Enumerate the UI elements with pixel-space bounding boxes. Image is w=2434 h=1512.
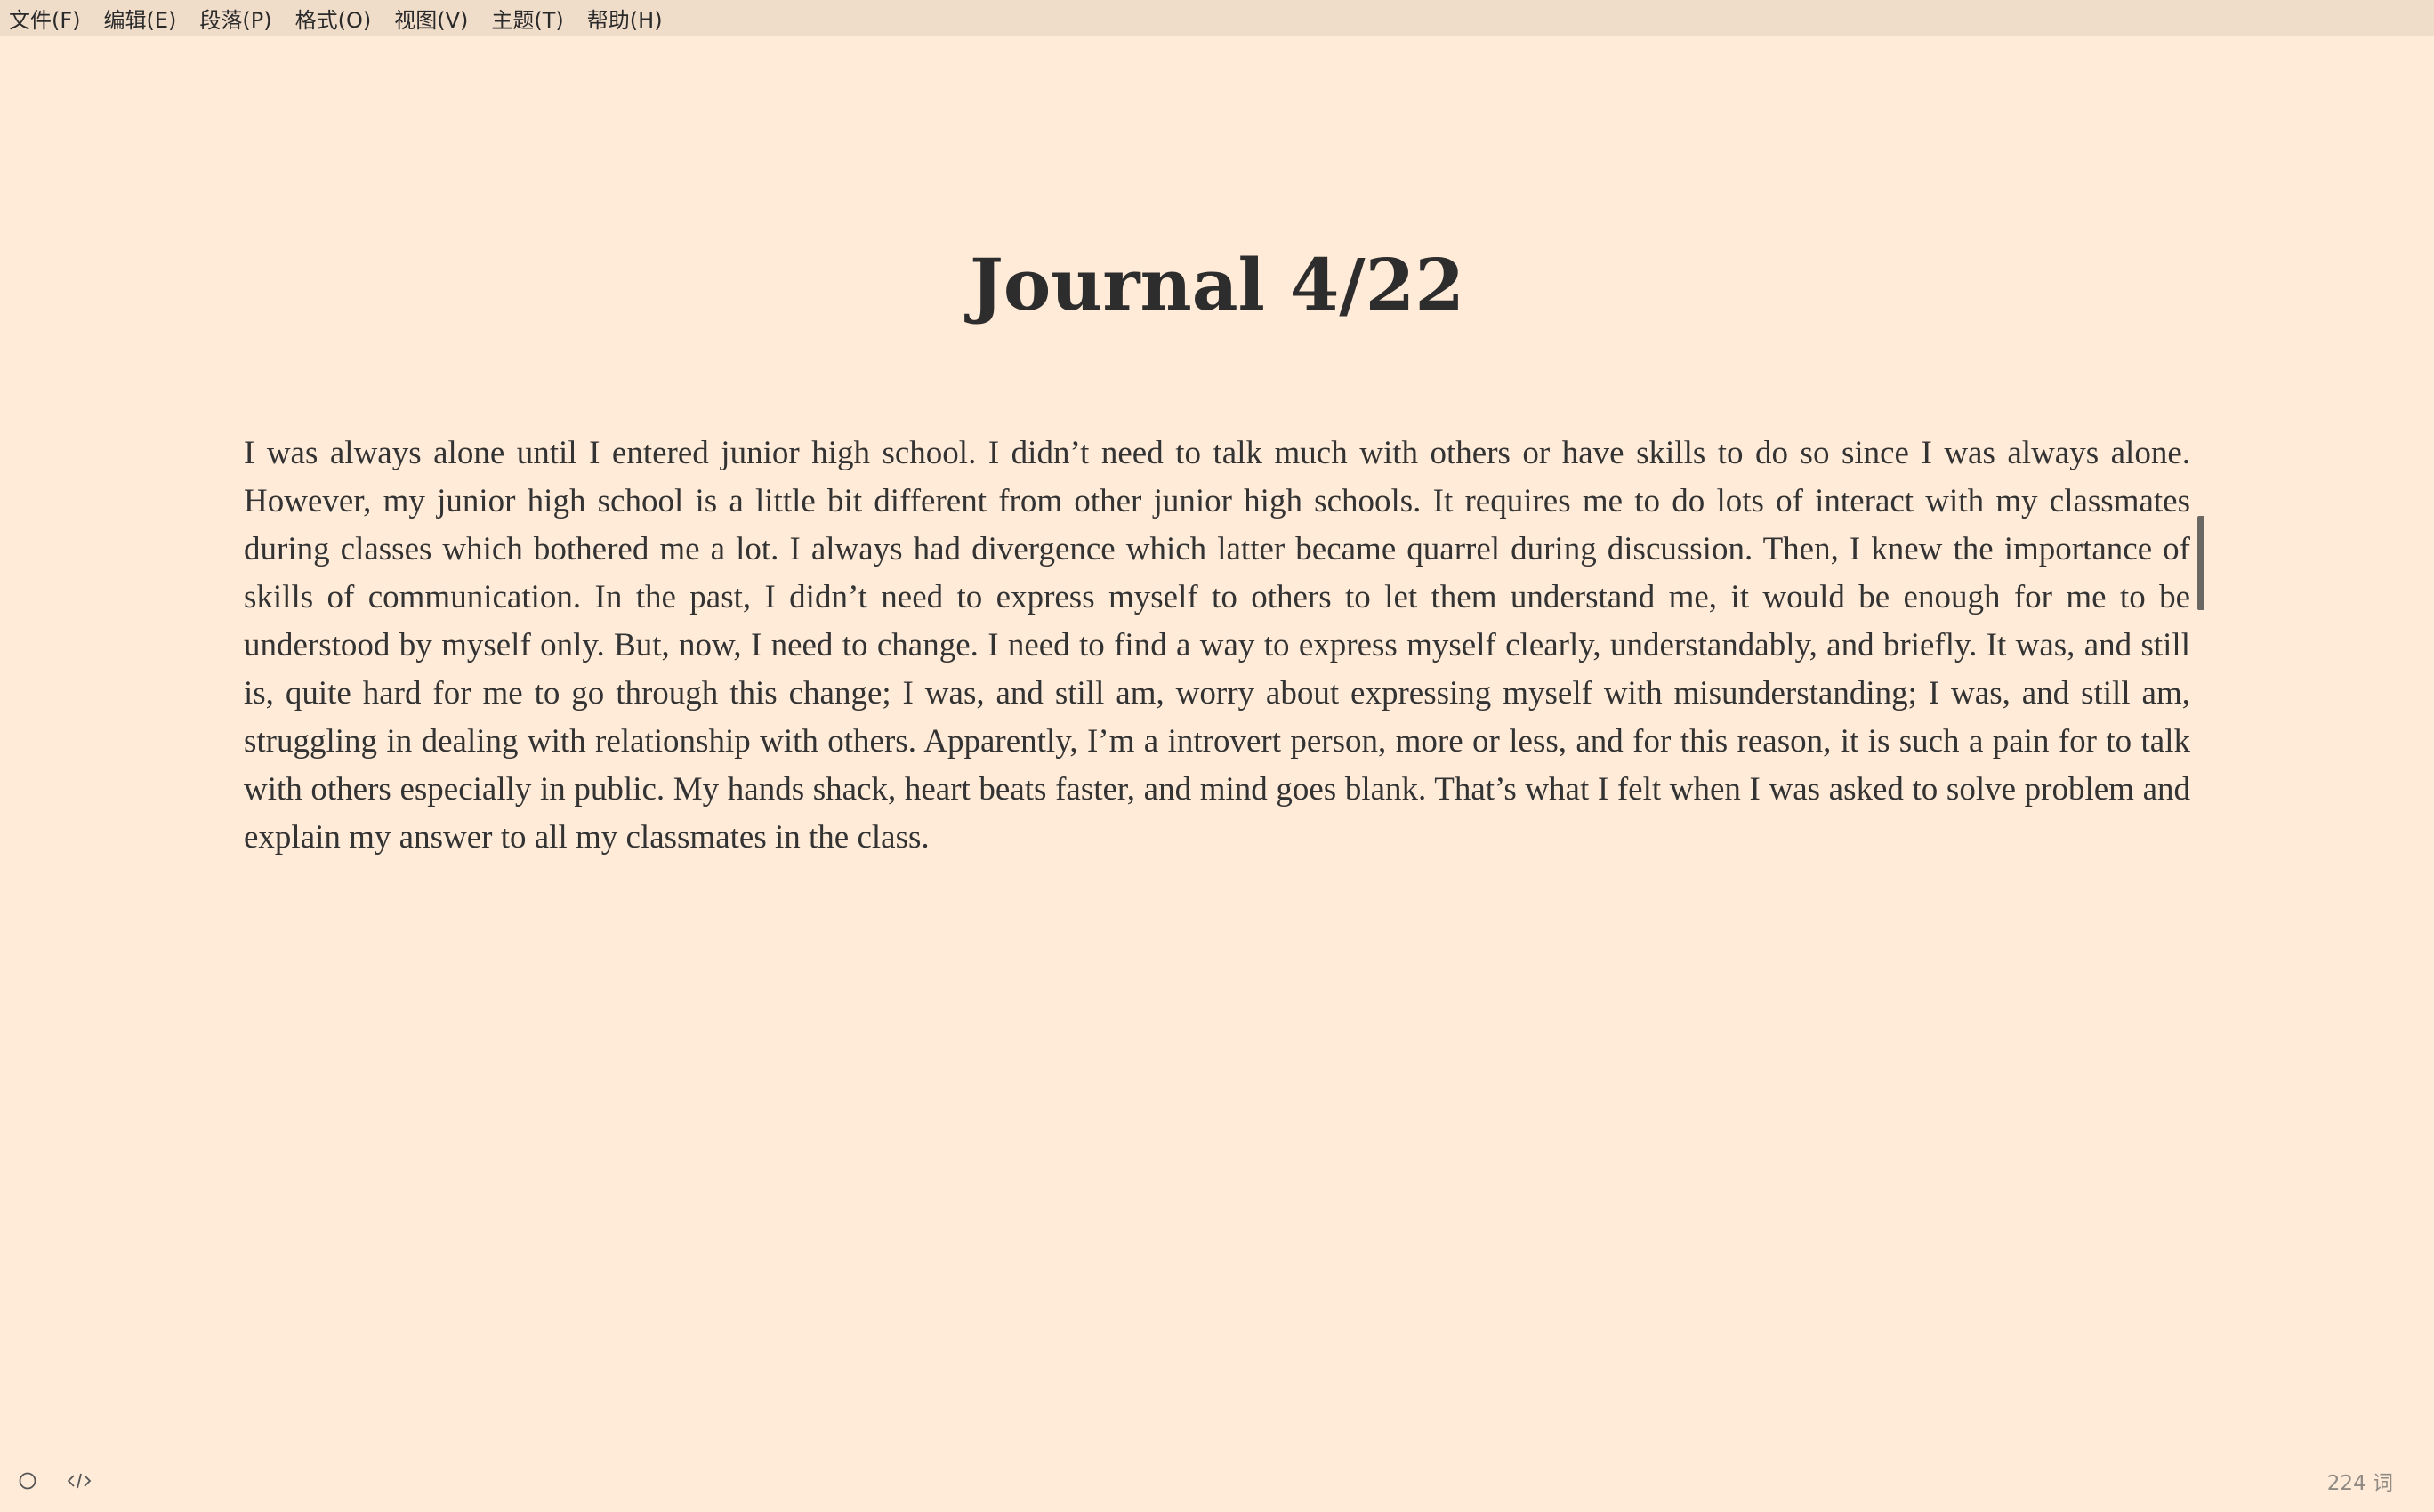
menu-bar: 文件(F) 编辑(E) 段落(P) 格式(O) 视图(V) 主题(T) 帮助(H…	[0, 0, 2434, 36]
document-paragraph[interactable]: I was always alone until I entered junio…	[244, 430, 2190, 862]
menu-paragraph[interactable]: 段落(P)	[199, 3, 271, 34]
source-code-icon[interactable]	[66, 1468, 93, 1494]
menu-file[interactable]: 文件(F)	[9, 3, 81, 34]
menu-help[interactable]: 帮助(H)	[587, 3, 663, 34]
scrollbar-thumb[interactable]	[2197, 516, 2204, 610]
word-count[interactable]: 224 词	[2327, 1466, 2393, 1496]
menu-format[interactable]: 格式(O)	[295, 3, 372, 34]
status-bar: 224 词	[0, 1448, 2434, 1512]
menu-view[interactable]: 视图(V)	[394, 3, 468, 34]
document-title[interactable]: Journal 4/22	[244, 240, 2190, 329]
menu-theme[interactable]: 主题(T)	[491, 3, 563, 34]
menu-edit[interactable]: 编辑(E)	[104, 3, 177, 34]
circle-icon[interactable]	[14, 1468, 41, 1494]
